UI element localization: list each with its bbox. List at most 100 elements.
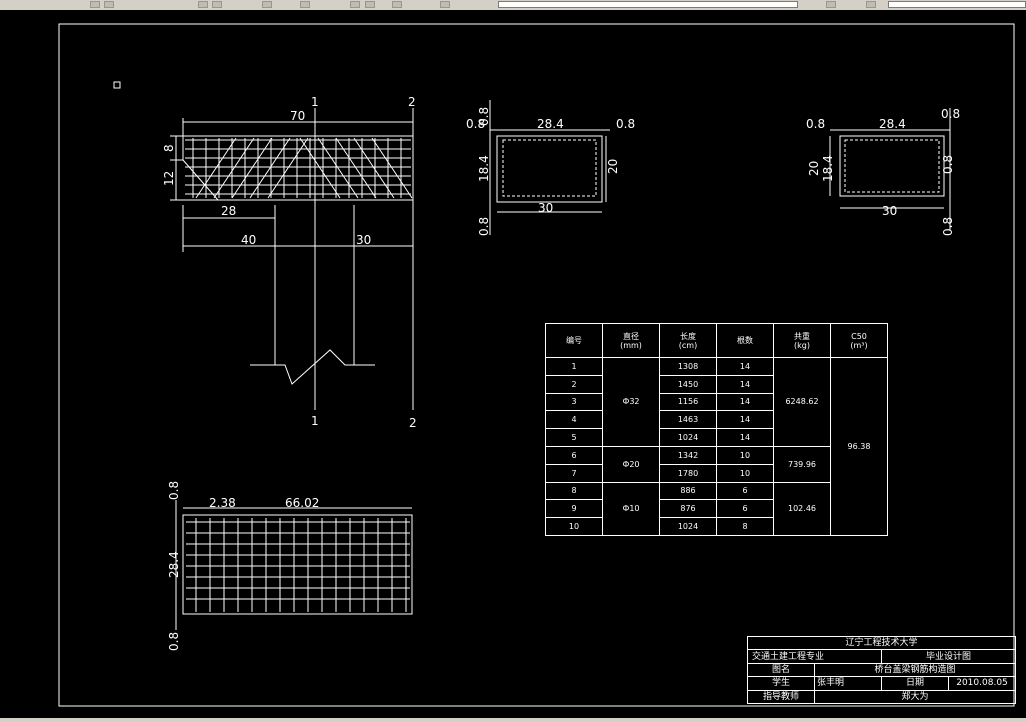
len-cell: 1308: [659, 357, 717, 376]
len-cell: 1342: [659, 445, 717, 465]
hdr-concrete: C50 (m³): [830, 323, 888, 358]
dim-40: 40: [241, 233, 256, 247]
row-no: 5: [545, 428, 603, 447]
row-no: 9: [545, 499, 603, 519]
title-block: 辽宁工程技术大学 交通土建工程专业 毕业设计图 图名 桥台盖梁钢筋构造图 学生 …: [746, 635, 1017, 705]
rebar-schedule-table: 编号 直径 (mm) 长度 (cm) 根数 共重 (kg) C50 (m³) 1…: [545, 323, 888, 537]
plan-top-mid: 66.02: [285, 496, 319, 510]
s1-left-mid: 18.4: [477, 155, 491, 182]
student-label: 学生: [747, 676, 815, 691]
dim-8: 8: [162, 144, 176, 152]
student-value: 张丰明: [814, 676, 882, 691]
diameter-cell: Ф32: [602, 357, 660, 447]
s1-bottom: 30: [538, 201, 553, 215]
row-no: 4: [545, 410, 603, 430]
s2-left-b: 18.4: [821, 155, 835, 182]
len-cell: 1024: [659, 517, 717, 536]
s1-left-lower: 0.8: [477, 217, 491, 236]
advisor-value: 郑大为: [813, 689, 1017, 705]
concrete-cell: 96.38: [830, 357, 888, 536]
row-no: 6: [545, 445, 603, 465]
count-cell: 14: [716, 374, 774, 394]
count-cell: 14: [716, 357, 774, 376]
len-cell: 1024: [659, 428, 717, 447]
plan-view: [175, 500, 413, 630]
major: 交通土建工程专业: [747, 649, 882, 664]
weight-cell: 739.96: [773, 445, 831, 483]
weight-cell: 6248.62: [773, 357, 831, 447]
plan-left-mid: 28.4: [167, 551, 181, 578]
rebar-line: [335, 137, 377, 199]
name-value: 桥台盖梁钢筋构造图: [813, 662, 1017, 678]
s2-left-a: 20: [807, 161, 821, 176]
s2-bottom: 30: [882, 204, 897, 218]
weight-cell: 102.46: [773, 481, 831, 537]
count-cell: 8: [716, 517, 774, 536]
rebar-line: [195, 137, 237, 199]
count-cell: 10: [716, 463, 774, 483]
hdr-count: 根数: [716, 323, 774, 358]
status-bar: [0, 718, 1026, 722]
s2-top-right: 0.8: [941, 107, 960, 121]
len-cell: 886: [659, 481, 717, 501]
row-no: 1: [545, 357, 603, 376]
count-cell: 10: [716, 445, 774, 465]
rebar-line: [371, 137, 413, 199]
len-cell: 876: [659, 499, 717, 519]
len-cell: 1156: [659, 392, 717, 412]
row-no: 10: [545, 517, 603, 536]
row-no: 2: [545, 374, 603, 394]
section-mark-1-bottom: 1: [311, 414, 319, 428]
rebar-line: [317, 137, 359, 199]
diameter-cell: Ф10: [602, 481, 660, 537]
s2-top-left: 0.8: [806, 117, 825, 131]
date-label: 日期: [881, 676, 949, 691]
ucs-marker: [113, 81, 121, 89]
project: 毕业设计图: [880, 649, 1017, 664]
section-mark-2-bottom: 2: [409, 416, 417, 430]
elevation-view: [170, 108, 414, 410]
rebar-grid: [185, 137, 413, 199]
row-no: 7: [545, 463, 603, 483]
advisor-label: 指导教师: [747, 689, 815, 705]
dim-28: 28: [221, 204, 236, 218]
diameter-cell: Ф20: [602, 445, 660, 483]
rebar-line: [299, 137, 341, 199]
hdr-length: 长度 (cm): [659, 323, 717, 358]
len-cell: 1780: [659, 463, 717, 483]
section-mark-2-top: 2: [408, 95, 416, 109]
s2-right-lower: 0.8: [941, 217, 955, 236]
dim-70: 70: [290, 109, 305, 123]
s2-right-upper: 0.8: [941, 155, 955, 174]
s2-top-mid: 28.4: [879, 117, 906, 131]
count-cell: 14: [716, 428, 774, 447]
plan-left-upper: 0.8: [167, 481, 181, 500]
section-mark-1-top: 1: [311, 95, 319, 109]
hdr-no: 编号: [545, 323, 603, 358]
len-cell: 1463: [659, 410, 717, 430]
dim-12: 12: [162, 171, 176, 186]
plan-left-lower: 0.8: [167, 632, 181, 651]
s1-right: 20: [606, 159, 620, 174]
count-cell: 14: [716, 410, 774, 430]
row-no: 8: [545, 481, 603, 501]
name-label: 图名: [747, 662, 815, 678]
s1-top-right: 0.8: [616, 117, 635, 131]
len-cell: 1450: [659, 374, 717, 394]
plan-top-left: 2.38: [209, 496, 236, 510]
count-cell: 6: [716, 499, 774, 519]
dim-30: 30: [356, 233, 371, 247]
row-no: 3: [545, 392, 603, 412]
s1-top-mid: 28.4: [537, 117, 564, 131]
rebar-line: [267, 137, 309, 199]
plan-rebar-grid: [186, 518, 410, 612]
s1-left-upper: 0.8: [477, 107, 491, 126]
rebar-line: [213, 137, 255, 199]
date-value: 2010.08.05: [947, 676, 1017, 691]
rebar-line: [231, 137, 273, 199]
hdr-weight: 共重 (kg): [773, 323, 831, 358]
hdr-diameter: 直径 (mm): [602, 323, 660, 358]
count-cell: 14: [716, 392, 774, 412]
school-name: 辽宁工程技术大学: [746, 635, 1017, 651]
count-cell: 6: [716, 481, 774, 501]
